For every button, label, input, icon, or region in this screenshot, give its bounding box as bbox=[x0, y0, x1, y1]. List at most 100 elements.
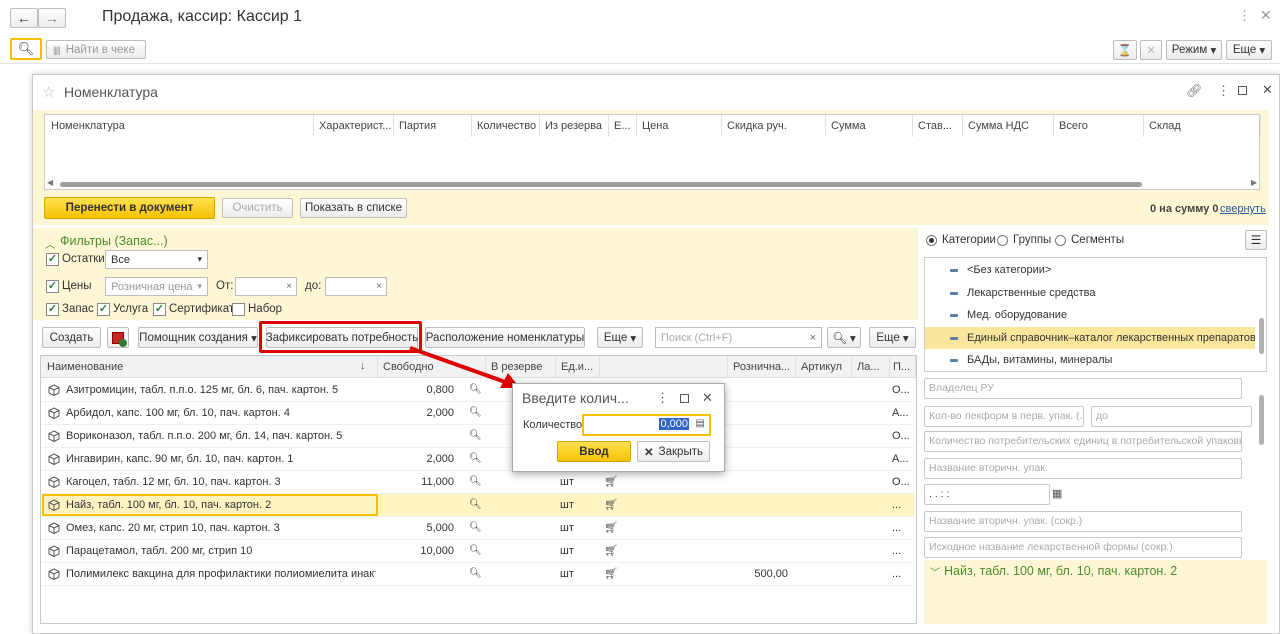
forward-button[interactable]: → bbox=[38, 8, 66, 28]
cart-icon[interactable]: 🛒︎ bbox=[604, 494, 618, 516]
sidebar-settings-button[interactable]: ☰ bbox=[1245, 230, 1267, 250]
hourglass-button[interactable]: ⌛ bbox=[1113, 40, 1137, 60]
attribute-field[interactable]: Название вторичн. упак. bbox=[924, 458, 1242, 479]
certificate-checkbox[interactable]: ✓ bbox=[153, 303, 166, 316]
table-header-col[interactable]: Склад bbox=[1144, 115, 1261, 137]
search-button[interactable]: 🔍︎ bbox=[10, 38, 42, 60]
category-item[interactable]: Лекарственные средства bbox=[925, 282, 1255, 304]
grid-header-col[interactable]: Рознична... bbox=[728, 356, 796, 378]
quantity-maximize-icon[interactable] bbox=[680, 394, 689, 403]
cancel-button[interactable]: ✕ bbox=[1140, 40, 1162, 60]
prices-checkbox[interactable]: ✓ bbox=[46, 280, 59, 293]
grid-search-input[interactable]: Поиск (Ctrl+F) × bbox=[655, 327, 822, 348]
table-header-col[interactable]: Цена bbox=[637, 115, 722, 137]
show-in-list-button[interactable]: Показать в списке bbox=[300, 198, 407, 218]
reserve-search-icon[interactable]: 🔍︎ bbox=[469, 425, 483, 447]
create-button[interactable]: Создать bbox=[42, 327, 101, 348]
cart-icon[interactable]: 🛒︎ bbox=[604, 471, 618, 493]
fields-scrollbar[interactable] bbox=[1259, 395, 1264, 445]
reserve-search-icon[interactable]: 🔍︎ bbox=[469, 517, 483, 539]
window-more-button[interactable]: Еще ▾ bbox=[1226, 40, 1272, 60]
find-in-receipt-button[interactable]: ||||| Найти в чеке bbox=[46, 40, 146, 59]
cart-icon[interactable]: 🛒︎ bbox=[604, 517, 618, 539]
grid-header-col[interactable]: Ед.и... bbox=[556, 356, 600, 378]
clear-icon[interactable]: × bbox=[376, 281, 382, 292]
grid-header-col[interactable]: П... bbox=[888, 356, 916, 378]
grid-header-col[interactable]: Наименование bbox=[42, 356, 378, 378]
grid-header-col[interactable]: Ла... bbox=[852, 356, 890, 378]
table-row[interactable]: Вориконазол, табл. п.п.о. 200 мг, бл. 14… bbox=[42, 425, 914, 448]
clear-icon[interactable]: × bbox=[286, 281, 292, 292]
grid-header-col[interactable] bbox=[600, 356, 728, 378]
horizontal-scrollbar[interactable] bbox=[60, 182, 1142, 187]
table-row[interactable]: Кагоцел, табл. 12 мг, бл. 10, пач. карто… bbox=[42, 471, 914, 494]
calendar-icon[interactable]: ▦ bbox=[1052, 487, 1066, 505]
reserve-search-icon[interactable]: 🔍︎ bbox=[469, 563, 483, 585]
reserve-search-icon[interactable]: 🔍︎ bbox=[469, 494, 483, 516]
quantity-close-icon[interactable]: ✕ bbox=[702, 390, 713, 406]
reserve-search-icon[interactable]: 🔍︎ bbox=[469, 540, 483, 562]
toolbar-more-dropdown[interactable]: Еще ▾ bbox=[597, 327, 643, 348]
quantity-more-icon[interactable]: ⋮ bbox=[656, 390, 669, 406]
table-header-col[interactable]: Сумма bbox=[826, 115, 913, 137]
category-item[interactable]: Единый справочник–каталог лекарственных … bbox=[925, 326, 1255, 349]
table-header-col[interactable]: Количество bbox=[472, 115, 540, 137]
set-checkbox[interactable] bbox=[232, 303, 245, 316]
table-row[interactable]: Омез, капс. 20 мг, стрип 10, пач. картон… bbox=[42, 517, 914, 540]
attribute-field[interactable]: Количество потребительских единиц в потр… bbox=[924, 431, 1242, 452]
sort-icon[interactable]: ↓ bbox=[360, 360, 366, 372]
table-header-col[interactable]: Скидка руч. bbox=[722, 115, 826, 137]
window-close-icon[interactable]: ✕ bbox=[1260, 7, 1272, 24]
table-header-col[interactable]: Характерист... bbox=[314, 115, 394, 137]
service-checkbox[interactable]: ✓ bbox=[97, 303, 110, 316]
table-header-col[interactable]: Е... bbox=[609, 115, 637, 137]
price-type-select[interactable]: Розничная цена ▾ bbox=[105, 277, 208, 296]
price-to-input[interactable]: × bbox=[325, 277, 387, 296]
price-from-input[interactable]: × bbox=[235, 277, 297, 296]
dialog-close-icon[interactable]: ✕ bbox=[1262, 82, 1273, 98]
radio-segments[interactable] bbox=[1055, 235, 1066, 246]
table-header-col[interactable]: Партия bbox=[394, 115, 472, 137]
attribute-field[interactable]: . . : : bbox=[924, 484, 1050, 505]
cart-icon[interactable]: 🛒︎ bbox=[604, 563, 618, 585]
stock-checkbox[interactable]: ✓ bbox=[46, 303, 59, 316]
maximize-icon[interactable] bbox=[1238, 86, 1247, 95]
create-excel-button[interactable] bbox=[107, 327, 129, 348]
assistant-dropdown[interactable]: Помощник создания ▾ bbox=[138, 327, 258, 348]
category-item[interactable]: <Без категории> bbox=[925, 259, 1255, 281]
table-row[interactable]: Парацетамол, табл. 200 мг, стрип 10 10,00… bbox=[42, 540, 914, 563]
filters-title[interactable]: Фильтры (Запас...) bbox=[60, 234, 168, 248]
clear-button[interactable]: Очистить bbox=[222, 198, 293, 218]
collapse-link[interactable]: свернуть bbox=[1220, 203, 1266, 215]
cart-icon[interactable]: 🛒︎ bbox=[604, 540, 618, 562]
remains-select[interactable]: Все ▾ bbox=[105, 250, 208, 269]
remains-checkbox[interactable]: ✓ bbox=[46, 253, 59, 266]
attribute-field[interactable]: Название вторичн. упак. (сокр.) bbox=[924, 511, 1242, 532]
category-item[interactable]: БАДы, витамины, минералы bbox=[925, 349, 1255, 371]
calculator-icon[interactable]: ▤ bbox=[696, 418, 705, 429]
selected-item-collapse-icon[interactable]: ﹀ bbox=[930, 564, 940, 579]
window-more-icon[interactable]: ⋮ bbox=[1238, 8, 1251, 24]
grid-header-col[interactable]: Артикул bbox=[796, 356, 852, 378]
grid-more-dropdown[interactable]: Еще ▾ bbox=[869, 327, 916, 348]
reserve-search-icon[interactable]: 🔍︎ bbox=[469, 471, 483, 493]
dialog-more-icon[interactable]: ⋮ bbox=[1217, 83, 1230, 99]
back-button[interactable]: ← bbox=[10, 8, 38, 28]
table-row[interactable]: Ингавирин, капс. 90 мг, бл. 10, пач. кар… bbox=[42, 448, 914, 471]
grid-search-button[interactable]: 🔍︎ ▾ bbox=[827, 327, 861, 348]
enter-button[interactable]: Ввод bbox=[557, 441, 631, 462]
attribute-field[interactable]: до bbox=[1091, 406, 1252, 427]
scroll-left-icon[interactable]: ◀ bbox=[47, 178, 53, 187]
table-header-col[interactable]: Всего bbox=[1054, 115, 1144, 137]
favorite-star-icon[interactable]: ☆ bbox=[42, 83, 55, 101]
attribute-field[interactable]: Исходное название лекарственной формы (с… bbox=[924, 537, 1242, 558]
table-row[interactable]: Арбидол, капс. 100 мг, бл. 10, пач. карт… bbox=[42, 402, 914, 425]
mode-dropdown[interactable]: Режим ▾ bbox=[1166, 40, 1222, 60]
transfer-to-document-button[interactable]: Перенести в документ bbox=[44, 197, 215, 219]
radio-groups[interactable] bbox=[997, 235, 1008, 246]
clear-icon[interactable]: × bbox=[810, 332, 816, 344]
reserve-search-icon[interactable]: 🔍︎ bbox=[469, 402, 483, 424]
scroll-right-icon[interactable]: ▶ bbox=[1251, 178, 1257, 187]
table-row[interactable]: Полимилекс вакцина для профилактики поли… bbox=[42, 563, 914, 586]
reserve-search-icon[interactable]: 🔍︎ bbox=[469, 448, 483, 470]
